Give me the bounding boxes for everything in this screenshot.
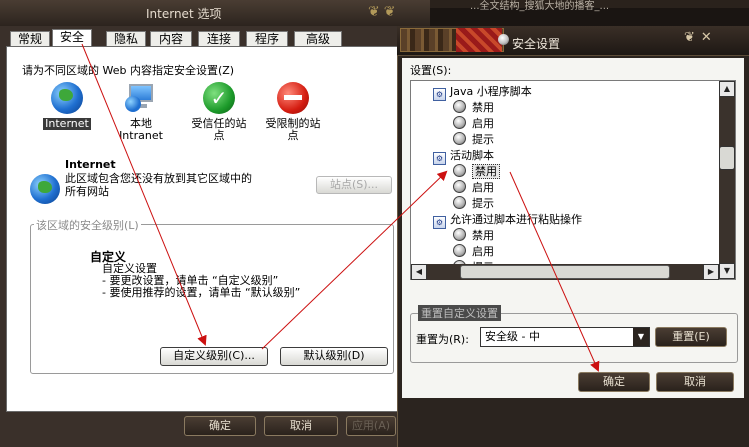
annotation-arrow — [261, 170, 448, 350]
annotation-arrow — [81, 43, 207, 346]
annotation-arrows — [81, 43, 600, 372]
annotation-arrow — [509, 171, 600, 372]
